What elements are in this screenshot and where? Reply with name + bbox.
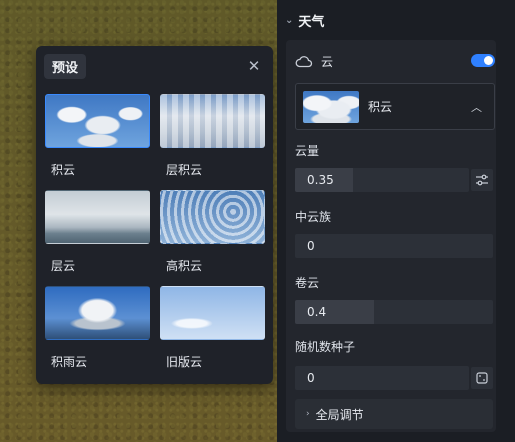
cloud-row: 云: [295, 52, 495, 70]
cloud-toggle[interactable]: [471, 54, 495, 67]
randomize-seed-button[interactable]: [471, 367, 493, 389]
preset-label: 高积云: [166, 259, 203, 273]
global-adjust-expander[interactable]: › 全局调节: [295, 399, 493, 429]
preset-label: 旧版云: [166, 355, 203, 369]
preset-header: 预设 ✕: [36, 46, 273, 86]
preset-grid: 积云 层积云 层云 高积云 积雨云 旧版云: [45, 94, 267, 370]
cirrus-value: 0.4: [307, 305, 327, 319]
cloud-card: 云 积云 ︿ 云量 0.35 中云族 0 卷云 0.4 随机数种子 0 › 全局…: [286, 40, 496, 432]
chevron-right-icon: ›: [306, 409, 310, 419]
global-adjust-label: 全局调节: [315, 407, 364, 422]
cirrus-label: 卷云: [295, 276, 320, 290]
seed-value: 0: [307, 371, 315, 385]
cirrus-slider[interactable]: 0.4: [295, 300, 493, 324]
preset-panel: 预设 ✕ 积云 层积云 层云 高积云 积雨云 旧版云: [36, 46, 273, 384]
preset-stratocumulus[interactable]: 层积云: [160, 94, 265, 178]
preset-cumulonimbus[interactable]: 积雨云: [45, 286, 150, 370]
chevron-up-icon: ︿: [471, 101, 482, 114]
adjust-settings-button[interactable]: [471, 169, 493, 191]
preset-label: 积云: [51, 163, 76, 177]
weather-panel: ⌄ 天气 云 积云 ︿ 云量 0.35 中云族 0 卷云 0.4 随机数种子 0…: [277, 0, 515, 442]
preset-title: 预设: [44, 53, 87, 79]
dice-icon: [476, 372, 488, 384]
preset-thumbnail: [160, 94, 265, 148]
preset-label: 积雨云: [51, 355, 88, 369]
cloud-preset-select[interactable]: 积云 ︿: [295, 83, 495, 130]
preset-legacy[interactable]: 旧版云: [160, 286, 265, 370]
sliders-icon: [476, 174, 488, 186]
preset-stratus[interactable]: 层云: [45, 190, 150, 274]
cloud-amount-slider[interactable]: 0.35: [295, 168, 469, 192]
preset-thumbnail: [45, 94, 150, 148]
preset-thumbnail: [160, 286, 265, 340]
selected-preset-label: 积云: [368, 100, 393, 114]
chevron-down-icon: ⌄: [285, 14, 294, 26]
seed-label: 随机数种子: [295, 340, 356, 354]
preset-thumbnail: [45, 286, 150, 340]
weather-section-header[interactable]: ⌄ 天气: [277, 0, 515, 40]
preset-cumulus[interactable]: 积云: [45, 94, 150, 178]
cloud-amount-label: 云量: [295, 144, 320, 158]
preset-label: 层云: [51, 259, 76, 273]
seed-input[interactable]: 0: [295, 366, 469, 390]
cloud-label: 云: [321, 54, 334, 69]
mid-cloud-value: 0: [307, 239, 315, 253]
selected-preset-thumbnail: [303, 90, 359, 123]
preset-thumbnail: [45, 190, 150, 244]
preset-thumbnail: [160, 190, 265, 244]
mid-cloud-label: 中云族: [295, 210, 332, 224]
section-title: 天气: [298, 14, 325, 30]
cloud-icon: [295, 56, 313, 68]
preset-label: 层积云: [166, 163, 203, 177]
preset-altocumulus[interactable]: 高积云: [160, 190, 265, 274]
close-icon[interactable]: ✕: [245, 57, 263, 75]
cloud-amount-value: 0.35: [307, 173, 334, 187]
mid-cloud-input[interactable]: 0: [295, 234, 493, 258]
